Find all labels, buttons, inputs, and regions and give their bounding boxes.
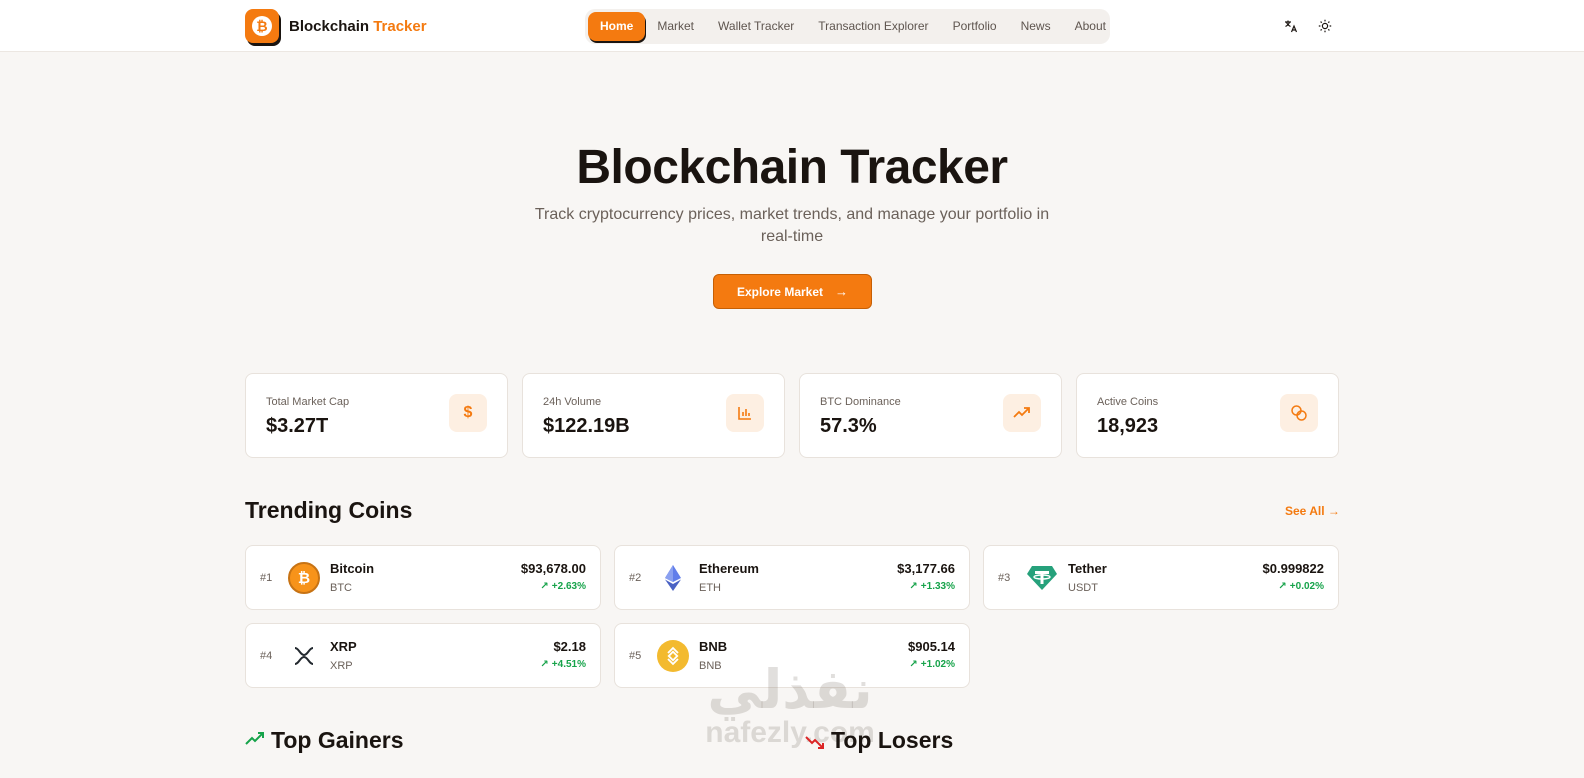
- stat-card-market-cap: Total Market Cap $3.27T $: [245, 373, 508, 458]
- nav-transaction-explorer[interactable]: Transaction Explorer: [806, 12, 940, 41]
- top-gainers-title: Top Gainers: [271, 727, 404, 753]
- stat-value: 57.3%: [820, 415, 877, 437]
- top-losers-title: Top Losers: [831, 727, 954, 753]
- coin-name: Ethereum: [699, 561, 759, 576]
- coin-price: $905.14: [908, 639, 955, 654]
- nav-home[interactable]: Home: [588, 12, 646, 41]
- coin-price: $0.999822: [1262, 561, 1324, 576]
- stat-label: Active Coins: [1097, 396, 1159, 408]
- top-header: ₿ Blockchain Tracker Home Market Wallet …: [0, 0, 1584, 52]
- coin-rank: #5: [629, 650, 642, 662]
- tether-icon: [1026, 562, 1058, 594]
- coin-name: Bitcoin: [330, 561, 375, 576]
- stat-value: $3.27T: [266, 415, 329, 437]
- stat-card-btc-dominance: BTC Dominance 57.3%: [799, 373, 1062, 458]
- nav-news[interactable]: News: [1009, 12, 1063, 41]
- coin-change: ↗ +1.33%: [909, 581, 955, 592]
- coin-symbol: ETH: [699, 582, 721, 594]
- stat-label: BTC Dominance: [820, 396, 901, 408]
- hero-title: Blockchain Tracker: [576, 141, 1008, 194]
- nav-about[interactable]: About: [1063, 12, 1118, 41]
- main-nav: Home Market Wallet Tracker Transaction E…: [585, 9, 1110, 44]
- coin-rank: #2: [629, 572, 642, 584]
- coin-change: ↗ +1.02%: [909, 659, 955, 670]
- nav-portfolio[interactable]: Portfolio: [941, 12, 1009, 41]
- stat-card-active-coins: Active Coins 18,923: [1076, 373, 1339, 458]
- coin-rank: #3: [998, 572, 1011, 584]
- coin-card-bitcoin[interactable]: #1 ₿ Bitcoin BTC $93,678.00 ↗ +2.63%: [245, 545, 601, 610]
- coin-rank: #4: [260, 650, 273, 662]
- coin-card-ethereum[interactable]: #2 Ethereum ETH $3,177.66 ↗ +1.33%: [614, 545, 970, 610]
- dollar-icon: $: [449, 394, 487, 432]
- coin-name: XRP: [330, 639, 357, 654]
- coin-name: BNB: [699, 639, 728, 654]
- coin-price: $3,177.66: [897, 561, 955, 576]
- nav-market[interactable]: Market: [645, 12, 706, 41]
- coin-rank: #1: [260, 572, 273, 584]
- bitcoin-logo-icon: ₿: [245, 9, 279, 43]
- coin-card-tether[interactable]: #3 Tether USDT $0.999822 ↗ +0.02%: [983, 545, 1339, 610]
- stat-card-volume: 24h Volume $122.19B: [522, 373, 785, 458]
- see-all-label: See All: [1285, 504, 1325, 518]
- explore-market-label: Explore Market: [736, 284, 824, 299]
- coin-card-xrp[interactable]: #4 XRP XRP $2.18 ↗ +4.51%: [245, 623, 601, 688]
- bitcoin-icon: ₿: [288, 562, 320, 594]
- coin-name: Tether: [1068, 561, 1107, 576]
- arrow-right-icon: →: [835, 284, 849, 299]
- bnb-icon: [657, 640, 689, 672]
- bar-chart-icon: [726, 394, 764, 432]
- coin-change: ↗ +2.63%: [540, 581, 586, 592]
- coin-symbol: XRP: [330, 660, 353, 672]
- coin-symbol: BTC: [330, 582, 352, 594]
- brand-name: Blockchain Tracker: [289, 17, 427, 35]
- coin-change: ↗ +4.51%: [540, 659, 586, 670]
- trending-up-icon: ↗: [540, 581, 549, 592]
- trending-up-icon: [1003, 394, 1041, 432]
- trending-up-icon: ↗: [540, 659, 549, 670]
- coin-price: $93,678.00: [520, 561, 586, 576]
- trending-up-icon: ↗: [1278, 581, 1287, 592]
- trending-up-icon: ↗: [909, 581, 918, 592]
- nav-wallet-tracker[interactable]: Wallet Tracker: [706, 12, 806, 41]
- stat-label: 24h Volume: [543, 396, 602, 408]
- trending-coins-title: Trending Coins: [245, 497, 413, 523]
- translate-icon[interactable]: [1281, 16, 1301, 36]
- hero-subtitle: Track cryptocurrency prices, market tren…: [534, 206, 1050, 245]
- coin-price: $2.18: [553, 639, 586, 654]
- trending-up-icon: [245, 732, 265, 752]
- explore-market-button[interactable]: Explore Market →: [713, 274, 872, 309]
- coin-symbol: USDT: [1068, 582, 1098, 594]
- ethereum-icon: [657, 562, 689, 594]
- trending-up-icon: ↗: [909, 659, 918, 670]
- stat-value: 18,923: [1097, 415, 1159, 437]
- trending-down-icon: [805, 735, 825, 755]
- coins-icon: [1280, 394, 1318, 432]
- stat-label: Total Market Cap: [266, 396, 350, 408]
- see-all-link[interactable]: See All →: [1285, 504, 1340, 518]
- stat-value: $122.19B: [543, 415, 630, 437]
- brand[interactable]: ₿ Blockchain Tracker: [245, 9, 427, 43]
- sun-icon[interactable]: [1315, 16, 1335, 36]
- arrow-right-icon: →: [1327, 504, 1340, 518]
- coin-change: ↗ +0.02%: [1278, 581, 1324, 592]
- xrp-icon: [288, 640, 320, 672]
- watermark-arabic: نفذلي: [707, 660, 873, 720]
